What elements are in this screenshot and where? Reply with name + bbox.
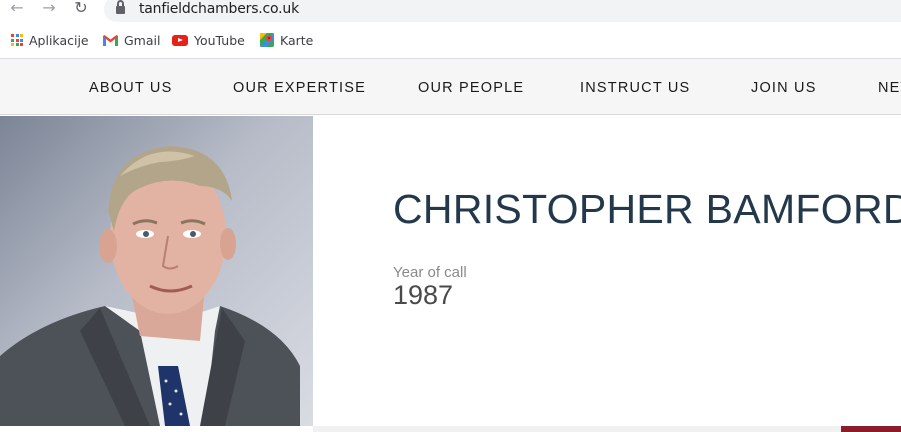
nav-our-expertise[interactable]: OUR EXPERTISE xyxy=(233,80,366,96)
bookmarks-bar: Aplikacije Gmail YouTube Karte xyxy=(0,28,901,52)
url-text: tanfieldchambers.co.uk xyxy=(139,1,299,17)
address-bar[interactable]: tanfieldchambers.co.uk xyxy=(104,0,901,22)
year-of-call-label: Year of call xyxy=(393,264,467,281)
bookmark-youtube[interactable]: YouTube xyxy=(172,28,245,52)
profile-photo xyxy=(0,116,313,426)
profile-name: CHRISTOPHER BAMFORD xyxy=(393,186,901,232)
apps-grid-icon xyxy=(11,34,23,46)
accent-bar xyxy=(841,426,901,432)
bookmark-label: Karte xyxy=(280,32,314,48)
youtube-icon xyxy=(172,34,188,46)
nav-our-people[interactable]: OUR PEOPLE xyxy=(418,80,524,96)
maps-icon xyxy=(260,33,274,47)
portrait-illustration xyxy=(0,146,300,426)
bookmark-label: YouTube xyxy=(194,32,245,48)
back-icon[interactable]: ← xyxy=(6,0,28,18)
reload-icon[interactable]: ↻ xyxy=(70,0,92,18)
bookmark-gmail[interactable]: Gmail xyxy=(103,28,160,52)
nav-about-us[interactable]: ABOUT US xyxy=(89,80,172,96)
forward-icon[interactable]: → xyxy=(38,0,60,18)
browser-toolbar: ← → ↻ tanfieldchambers.co.uk xyxy=(0,0,901,22)
bookmark-label: Aplikacije xyxy=(29,32,89,48)
lock-icon xyxy=(116,0,125,15)
gmail-icon xyxy=(103,34,118,46)
bookmark-maps[interactable]: Karte xyxy=(260,28,313,52)
nav-news[interactable]: NEWS xyxy=(878,80,901,96)
main-navigation: ABOUT US OUR EXPERTISE OUR PEOPLE INSTRU… xyxy=(0,59,901,115)
section-divider xyxy=(313,426,901,432)
bookmark-label: Gmail xyxy=(124,32,161,48)
bookmark-apps[interactable]: Aplikacije xyxy=(11,28,89,52)
nav-instruct-us[interactable]: INSTRUCT US xyxy=(580,80,690,96)
year-of-call-value: 1987 xyxy=(393,280,454,310)
nav-join-us[interactable]: JOIN US xyxy=(751,80,817,96)
